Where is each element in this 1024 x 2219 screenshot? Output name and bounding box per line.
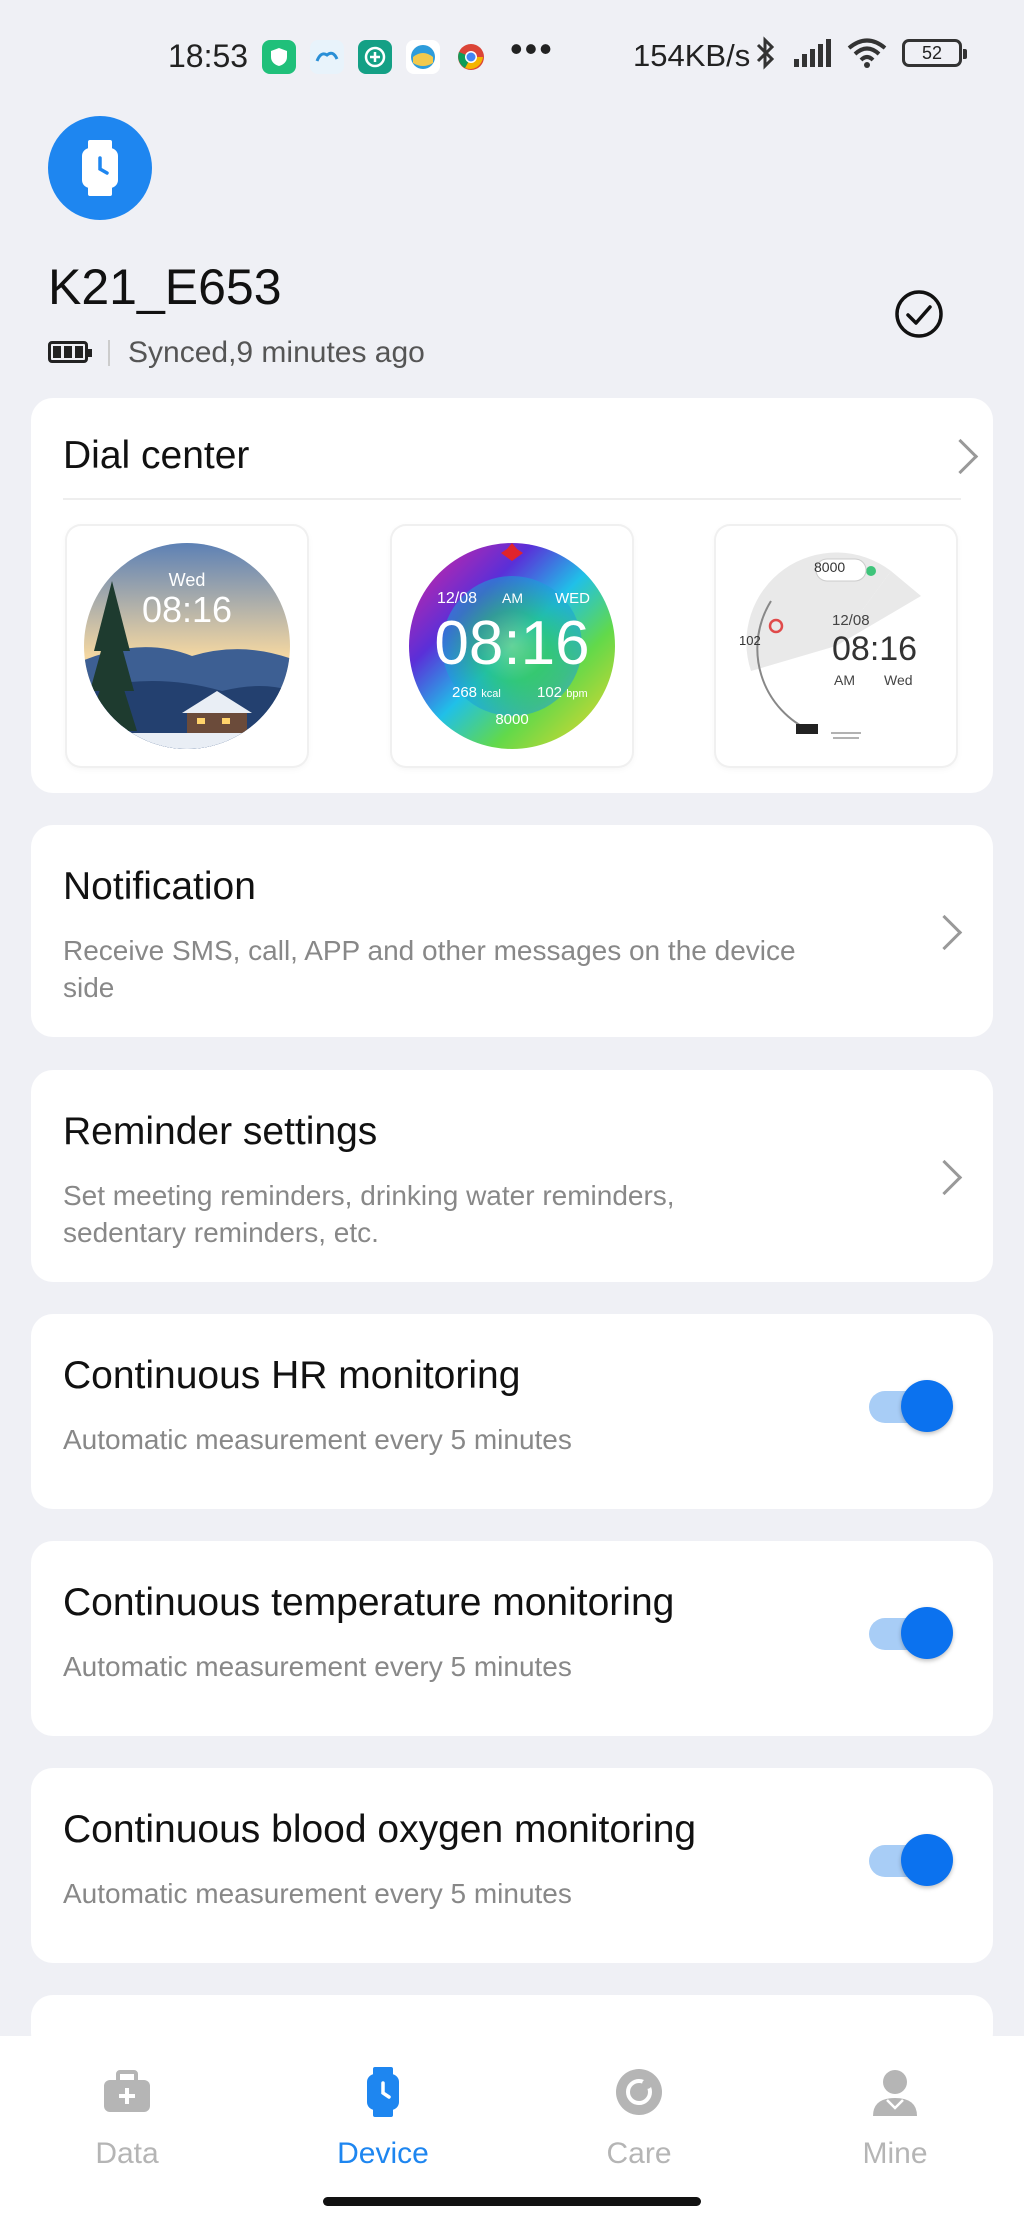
temperature-monitoring-setting: Continuous temperature monitoring Automa…	[31, 1541, 993, 1736]
hr-monitoring-toggle[interactable]	[869, 1380, 953, 1432]
status-bar: 18:53 ••• 154KB/s 52	[0, 0, 1024, 115]
dial-day: WED	[555, 590, 590, 607]
home-indicator[interactable]	[323, 2197, 701, 2206]
setting-title: Notification	[63, 865, 256, 908]
bluetooth-icon	[756, 36, 775, 70]
dial-date: 12/08	[832, 612, 870, 629]
shield-app-icon	[262, 40, 296, 74]
weather-app-icon	[310, 40, 344, 74]
signal-icon	[794, 39, 831, 67]
device-name: K21_E653	[48, 259, 282, 315]
more-notifications: •••	[510, 28, 554, 69]
dial-time: 08:16	[832, 630, 918, 668]
sync-status: Synced,9 minutes ago	[128, 336, 425, 369]
setting-title: Continuous temperature monitoring	[63, 1581, 675, 1624]
user-icon	[873, 2070, 917, 2116]
watch-icon	[367, 2067, 399, 2117]
setting-subtitle: Automatic measurement every 5 minutes	[63, 1651, 572, 1682]
nav-label: Care	[606, 2137, 672, 2170]
dial-face-rainbow[interactable]: 12/08 AM WED 08:16 268 kcal 102 bpm 8000	[392, 526, 632, 766]
dial-kcal-unit: kcal	[481, 688, 501, 700]
setting-subtitle: Set meeting reminders, drinking water re…	[63, 1180, 675, 1248]
chevron-right-icon[interactable]	[926, 1159, 963, 1196]
wifi-icon	[847, 38, 887, 68]
nav-label: Mine	[862, 2137, 928, 2170]
dial-time: 08:16	[141, 589, 233, 630]
notification-setting[interactable]: Notification Receive SMS, call, APP and …	[31, 825, 993, 1037]
setting-title: Reminder settings	[63, 1110, 378, 1153]
nav-care[interactable]: Care	[559, 2066, 719, 2171]
setting-title: Continuous HR monitoring	[63, 1354, 521, 1397]
health-app-icon	[358, 40, 392, 74]
nav-mine[interactable]: Mine	[815, 2066, 975, 2171]
dial-ampm: AM	[834, 672, 855, 688]
setting-subtitle: Automatic measurement every 5 minutes	[63, 1878, 572, 1909]
dial-bpm: 102	[537, 684, 563, 701]
dial-ampm: AM	[502, 590, 523, 606]
nav-label: Data	[95, 2137, 159, 2170]
check-circle-icon[interactable]	[893, 288, 945, 340]
dial-day: Wed	[168, 570, 206, 590]
dial-face-landscape[interactable]: Wed 08:16	[67, 526, 307, 766]
globe-app-icon	[406, 40, 440, 74]
battery-level: 52	[921, 42, 943, 63]
device-avatar[interactable]	[48, 116, 152, 220]
chevron-right-icon[interactable]	[926, 914, 963, 951]
blood-oxygen-monitoring-toggle[interactable]	[869, 1834, 953, 1886]
chevron-right-icon[interactable]	[942, 438, 979, 475]
medical-kit-icon	[104, 2070, 150, 2112]
dial-center-title: Dial center	[63, 434, 250, 477]
dial-face-gauge[interactable]: 8000 102 12/08 08:16 AM Wed	[716, 526, 956, 766]
hr-monitoring-setting: Continuous HR monitoring Automatic measu…	[31, 1314, 993, 1509]
status-right: 52	[754, 36, 967, 70]
dial-steps: 8000	[814, 559, 846, 575]
dial-time: 08:16	[434, 609, 590, 678]
status-time: 18:53	[168, 38, 249, 74]
temperature-monitoring-toggle[interactable]	[869, 1607, 953, 1659]
network-speed: 154KB/s	[633, 38, 751, 73]
battery-indicator: 52	[902, 39, 967, 67]
dial-hr: 102	[739, 633, 761, 648]
dial-day: Wed	[884, 672, 913, 688]
dial-center-card: Dial center Wed 08:16 12/08 AM WED 08:16…	[31, 398, 993, 793]
reminder-settings[interactable]: Reminder settings Set meeting reminders,…	[31, 1070, 993, 1282]
dial-kcal: 268	[452, 684, 478, 701]
nav-label: Device	[337, 2137, 429, 2170]
dial-steps: 8000	[495, 711, 529, 728]
watch-icon	[82, 140, 118, 196]
setting-subtitle: Automatic measurement every 5 minutes	[63, 1424, 572, 1455]
device-battery-icon	[48, 341, 92, 363]
setting-subtitle: Receive SMS, call, APP and other message…	[63, 935, 796, 1003]
divider	[63, 498, 961, 500]
dial-bpm-unit: bpm	[566, 688, 588, 700]
nav-device[interactable]: Device	[303, 2066, 463, 2171]
setting-title: Continuous blood oxygen monitoring	[63, 1808, 697, 1851]
dial-date: 12/08	[437, 590, 478, 607]
notification-icons	[262, 40, 488, 74]
nav-data[interactable]: Data	[47, 2066, 207, 2171]
chrome-icon	[454, 40, 488, 74]
divider	[108, 340, 110, 366]
bottom-navigation: Data Device Care Mine	[0, 2036, 1024, 2219]
care-icon	[616, 2069, 662, 2115]
blood-oxygen-monitoring-setting: Continuous blood oxygen monitoring Autom…	[31, 1768, 993, 1963]
